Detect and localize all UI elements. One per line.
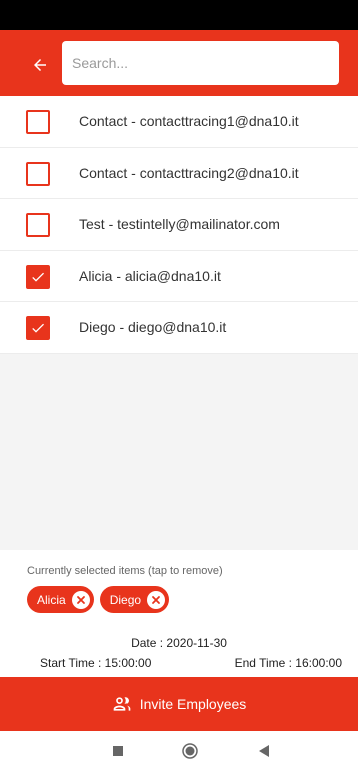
list-item[interactable]: Diego - diego@dna10.it: [0, 302, 358, 354]
system-nav-bar: [0, 731, 358, 770]
start-time-text: Start Time : 15:00:00: [40, 656, 152, 670]
status-bar: [0, 0, 358, 30]
check-icon: [32, 272, 44, 282]
date-text: Date : 2020-11-30: [131, 636, 227, 650]
list-item[interactable]: Contact - contacttracing2@dna10.it: [0, 148, 358, 199]
selected-items-caption: Currently selected items (tap to remove): [27, 565, 223, 577]
list-item[interactable]: Alicia - alicia@dna10.it: [0, 251, 358, 302]
recents-square-icon[interactable]: [113, 746, 123, 756]
app-header: [0, 30, 358, 96]
contact-list: Contact - contacttracing1@dna10.it Conta…: [0, 96, 358, 354]
list-empty-area: [0, 354, 358, 550]
list-item[interactable]: Contact - contacttracing1@dna10.it: [0, 96, 358, 148]
back-triangle-icon[interactable]: [258, 744, 270, 758]
check-icon: [32, 323, 44, 333]
arrow-left-icon: [34, 59, 46, 71]
list-item[interactable]: Test - testintelly@mailinator.com: [0, 199, 358, 251]
chip-label: Diego: [109, 592, 142, 607]
item-label: Contact - contacttracing1@dna10.it: [79, 113, 299, 129]
close-icon[interactable]: [71, 590, 90, 609]
search-input[interactable]: [62, 41, 339, 85]
checkbox-unchecked[interactable]: [26, 213, 50, 237]
item-label: Alicia - alicia@dna10.it: [79, 267, 221, 284]
back-button[interactable]: [26, 51, 54, 79]
selected-chips: Alicia Diego: [27, 586, 170, 613]
chip-label: Alicia: [37, 592, 66, 607]
invite-label: Invite Employees: [139, 696, 247, 712]
checkbox-unchecked[interactable]: [26, 110, 50, 134]
chip-alicia[interactable]: Alicia: [27, 586, 94, 613]
item-label: Diego - diego@dna10.it: [79, 319, 227, 335]
home-circle-icon[interactable]: [182, 743, 198, 759]
chip-diego[interactable]: Diego: [99, 586, 170, 613]
invite-employees-button[interactable]: Invite Employees: [0, 677, 358, 731]
checkbox-checked[interactable]: [26, 264, 50, 289]
checkbox-unchecked[interactable]: [26, 161, 50, 186]
item-label: Test - testintelly@mailinator.com: [79, 216, 280, 232]
end-time-text: End Time : 16:00:00: [234, 656, 342, 670]
users-icon: [112, 694, 132, 714]
item-label: Contact - contacttracing2@dna10.it: [79, 164, 299, 181]
close-icon[interactable]: [147, 590, 166, 609]
checkbox-checked[interactable]: [26, 316, 50, 340]
